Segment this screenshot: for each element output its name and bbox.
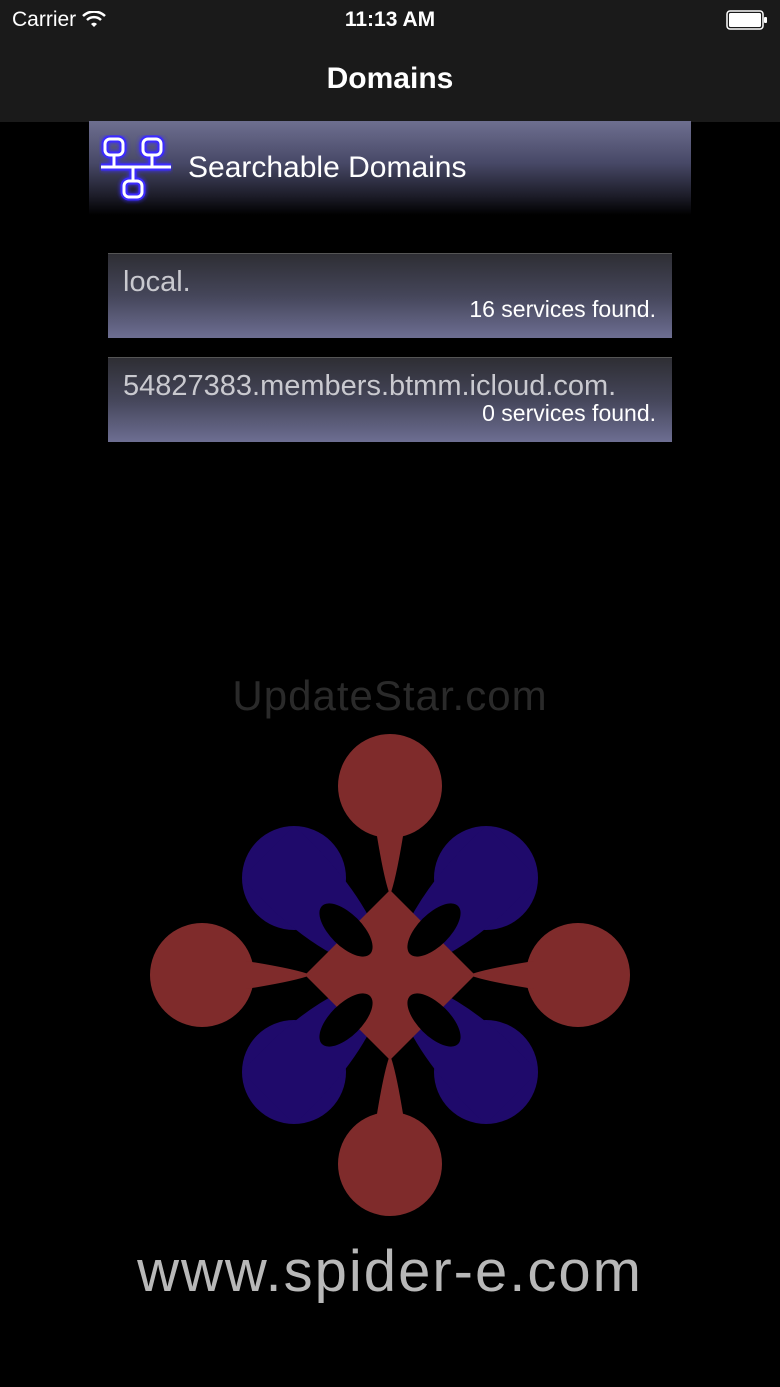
watermark-text: UpdateStar.com — [232, 672, 548, 719]
services-count: 16 services found. — [469, 296, 656, 322]
section-header: Searchable Domains — [89, 121, 691, 215]
status-bar: Carrier 11:13 AM — [0, 0, 780, 40]
domain-name: local. — [123, 266, 191, 298]
spider-e-logo — [150, 734, 630, 1216]
navigation-bar: Domains — [0, 40, 780, 122]
section-title: Searchable Domains — [188, 151, 467, 184]
domain-row-local[interactable]: local. 16 services found. — [108, 253, 672, 338]
page-title: Domains — [326, 62, 454, 95]
domain-name: 54827383.members.btmm.icloud.com. — [123, 370, 617, 402]
battery-icon — [726, 10, 767, 30]
clock: 11:13 AM — [344, 8, 436, 31]
site-url: www.spider-e.com — [137, 1239, 643, 1304]
services-count: 0 services found. — [482, 400, 656, 426]
domain-row-icloud[interactable]: 54827383.members.btmm.icloud.com. 0 serv… — [108, 357, 672, 442]
network-icon — [101, 135, 171, 201]
